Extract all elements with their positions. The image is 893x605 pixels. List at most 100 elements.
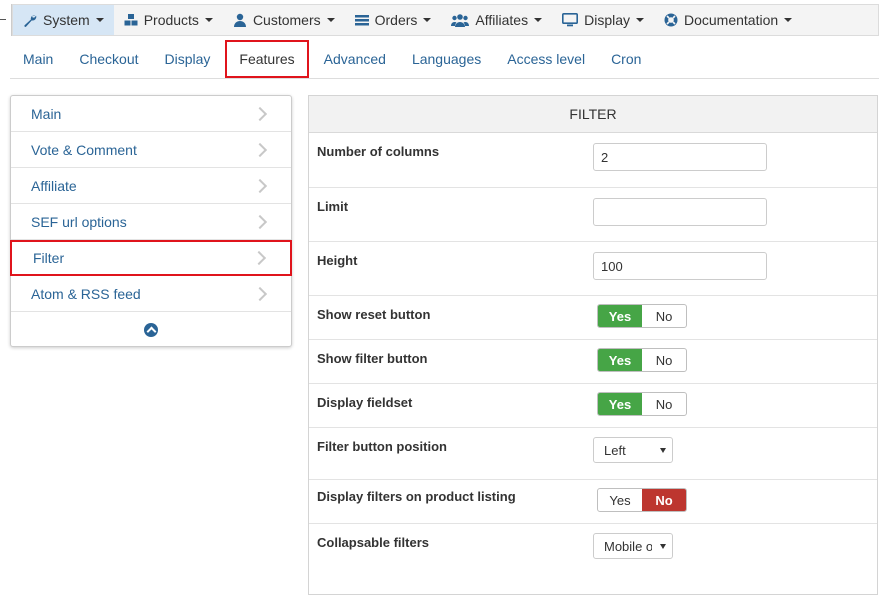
row-label: Display fieldset [317, 395, 413, 410]
lifebuoy-icon [664, 13, 678, 27]
menu-system[interactable]: System [13, 5, 114, 35]
row-label: Collapsable filters [317, 535, 429, 550]
menu-display-label: Display [584, 12, 630, 28]
chevron-right-icon [252, 142, 268, 157]
sidebar-item-label: Affiliate [31, 177, 77, 194]
tab-cron[interactable]: Cron [598, 40, 654, 78]
dropdown-arrow-icon [660, 448, 666, 453]
sidebar-item-filter[interactable]: Filter [10, 240, 292, 276]
filter-button-toggle: Yes No [597, 348, 687, 372]
wrench-icon [24, 15, 37, 27]
tab-checkout[interactable]: Checkout [66, 40, 151, 78]
tab-features[interactable]: Features [225, 40, 309, 78]
filter-panel: FILTER Number of columns Limit Height Sh… [308, 95, 878, 595]
sidebar-item-sef-url-options[interactable]: SEF url options [11, 204, 291, 240]
row-limit: Limit [309, 188, 877, 242]
row-label: Filter button position [317, 439, 447, 454]
toggle-yes-button[interactable]: Yes [598, 393, 642, 415]
monitor-icon [562, 13, 579, 27]
tab-access-level[interactable]: Access level [494, 40, 598, 78]
sidebar-item-affiliate[interactable]: Affiliate [11, 168, 291, 204]
user-icon [233, 13, 246, 27]
chevron-right-icon [252, 214, 268, 229]
caret-down-icon [636, 18, 644, 22]
row-height: Height [309, 242, 877, 296]
menu-orders[interactable]: Orders [345, 5, 442, 35]
toggle-yes-button[interactable]: Yes [598, 305, 642, 327]
menu-affiliates[interactable]: Affiliates [441, 5, 552, 35]
dropdown-arrow-icon [660, 544, 666, 549]
select-value: Left [604, 442, 626, 458]
listing-toggle: Yes No [597, 488, 687, 512]
sidebar-item-label: Main [31, 105, 62, 122]
row-display-filters-on-listing: Display filters on product listing Yes N… [309, 480, 877, 524]
caret-down-icon [784, 18, 793, 22]
row-collapsable-filters: Collapsable filters Mobile only [309, 524, 877, 594]
sidebar-footer [11, 312, 291, 347]
users-icon [451, 14, 470, 27]
tab-display[interactable]: Display [152, 40, 224, 78]
menu-products[interactable]: Products [114, 5, 223, 35]
menu-affiliates-label: Affiliates [475, 12, 529, 28]
caret-down-icon [423, 18, 432, 22]
features-sidebar: Main Vote & Comment Affiliate SEF url op… [10, 95, 292, 347]
toggle-yes-button[interactable]: Yes [598, 349, 642, 371]
chevron-right-icon [251, 250, 267, 266]
sidebar-item-label: Vote & Comment [31, 141, 137, 158]
height-input[interactable] [593, 252, 767, 280]
toggle-no-button[interactable]: No [642, 305, 686, 327]
reset-toggle: Yes No [597, 304, 687, 328]
tab-main[interactable]: Main [10, 40, 66, 78]
chevron-right-icon [252, 178, 268, 193]
menu-orders-label: Orders [374, 12, 418, 28]
select-value: Mobile only [604, 538, 652, 554]
caret-down-icon [95, 18, 104, 22]
left-edge-tick [0, 19, 6, 20]
position-select[interactable]: Left [593, 437, 673, 463]
row-display-fieldset: Display fieldset Yes No [309, 384, 877, 428]
sidebar-item-atom-rss[interactable]: Atom & RSS feed [11, 276, 291, 312]
caret-down-icon [204, 18, 213, 22]
tab-languages[interactable]: Languages [399, 40, 494, 78]
chevron-right-icon [252, 286, 268, 301]
row-label: Number of columns [317, 144, 440, 159]
columns-input[interactable] [593, 143, 767, 171]
menu-display[interactable]: Display [552, 5, 654, 35]
menu-documentation-label: Documentation [684, 12, 779, 28]
toggle-no-button[interactable]: No [642, 349, 686, 371]
toggle-yes-button[interactable]: Yes [598, 489, 642, 511]
caret-down-icon [326, 18, 335, 22]
panel-title: FILTER [309, 96, 877, 133]
menu-customers[interactable]: Customers [223, 5, 345, 35]
menu-products-label: Products [143, 12, 199, 28]
row-label: Display filters on product listing [317, 489, 516, 504]
row-label: Height [317, 253, 358, 268]
config-tabs: Main Checkout Display Features Advanced … [10, 40, 879, 79]
menu-customers-label: Customers [252, 12, 321, 28]
caret-down-icon [534, 18, 543, 22]
row-label: Limit [317, 199, 349, 214]
row-label: Show reset button [317, 307, 431, 322]
menu-system-label: System [43, 12, 90, 28]
row-label: Show filter button [317, 351, 428, 366]
tab-advanced[interactable]: Advanced [311, 40, 399, 78]
cubes-icon [124, 14, 138, 26]
sidebar-item-label: Filter [33, 250, 65, 266]
sidebar-item-label: SEF url options [31, 213, 127, 230]
collapsable-select[interactable]: Mobile only [593, 533, 673, 559]
row-show-filter-button: Show filter button Yes No [309, 340, 877, 384]
toggle-no-button[interactable]: No [642, 393, 686, 415]
sidebar-item-label: Atom & RSS feed [31, 285, 141, 302]
toggle-no-button[interactable]: No [642, 489, 686, 511]
top-menu-bar: System Products Customers Orders Affilia… [12, 4, 879, 36]
sidebar-item-vote-comment[interactable]: Vote & Comment [11, 132, 291, 168]
row-show-reset-button: Show reset button Yes No [309, 296, 877, 340]
row-number-of-columns: Number of columns [309, 133, 877, 188]
limit-input[interactable] [593, 198, 767, 226]
menu-documentation[interactable]: Documentation [654, 5, 802, 35]
sidebar-item-main[interactable]: Main [11, 96, 291, 132]
scroll-up-icon[interactable] [144, 322, 158, 337]
fieldset-toggle: Yes No [597, 392, 687, 416]
chevron-right-icon [252, 106, 268, 121]
row-filter-button-position: Filter button position Left [309, 428, 877, 480]
